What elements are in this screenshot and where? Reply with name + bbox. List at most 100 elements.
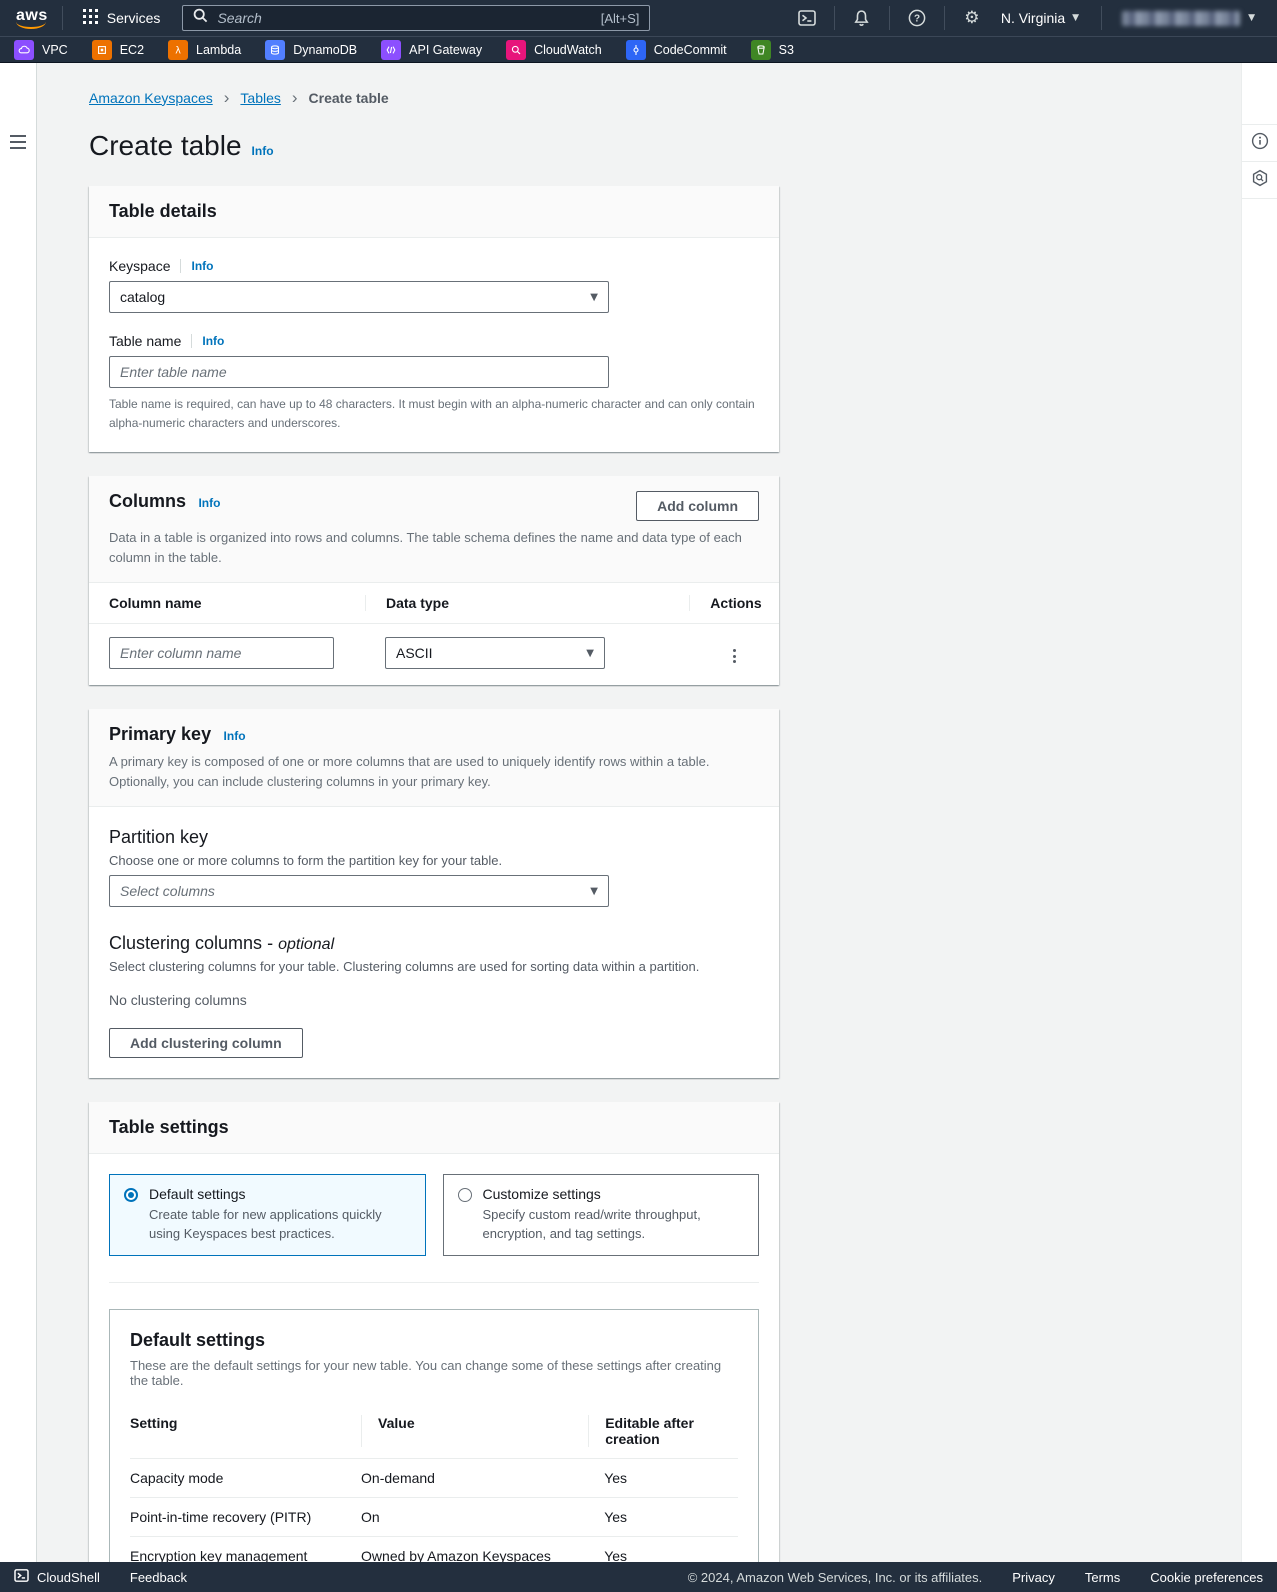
info-circle-icon <box>1251 132 1269 155</box>
page-info-link[interactable]: Info <box>252 144 274 158</box>
account-menu[interactable]: ▼ <box>1112 11 1265 26</box>
page-title: Create table <box>89 130 242 162</box>
favorite-api-gateway[interactable]: API Gateway <box>381 40 482 60</box>
customize-settings-radio-tile[interactable]: Customize settings Specify custom read/w… <box>443 1174 760 1256</box>
footer-cloudshell-button[interactable]: CloudShell <box>14 1569 100 1585</box>
chevron-down-icon: ▼ <box>590 292 598 303</box>
table-row: Point-in-time recovery (PITR) On Yes <box>130 1498 738 1537</box>
resource-explorer-toggle[interactable] <box>1242 162 1277 199</box>
favorite-vpc[interactable]: VPC <box>14 40 68 60</box>
services-menu-button[interactable]: Services <box>73 0 171 36</box>
nav-divider <box>834 6 835 30</box>
table-name-help-text: Table name is required, can have up to 4… <box>109 395 759 432</box>
columns-title: Columns <box>109 491 186 511</box>
favorites-bar: VPC EC2 λ Lambda DynamoDB API Gateway Cl… <box>0 36 1277 63</box>
data-type-header: Data type <box>365 595 689 611</box>
partition-key-select[interactable]: Select columns ▼ <box>109 875 609 907</box>
chevron-down-icon: ▼ <box>586 648 594 659</box>
nav-divider <box>62 6 63 30</box>
cloudshell-icon[interactable] <box>790 0 824 36</box>
nav-divider <box>1101 6 1102 30</box>
column-editor-row: ASCII ▼ <box>89 624 779 685</box>
global-search-input[interactable]: Search [Alt+S] <box>182 5 650 31</box>
add-column-button[interactable]: Add column <box>636 491 759 521</box>
right-side-rail <box>1241 63 1277 1562</box>
default-settings-panel: Default settings These are the default s… <box>109 1309 759 1562</box>
keyspace-select[interactable]: catalog ▼ <box>109 281 609 313</box>
column-name-input[interactable] <box>109 637 334 669</box>
label-divider <box>180 259 181 273</box>
breadcrumb-chevron-icon: › <box>292 89 298 106</box>
table-name-info-link[interactable]: Info <box>202 334 224 348</box>
vpc-icon <box>14 40 34 60</box>
aws-logo[interactable]: aws <box>12 5 52 31</box>
cloudwatch-icon <box>506 40 526 60</box>
chevron-down-icon: ▼ <box>590 886 598 897</box>
codecommit-icon <box>626 40 646 60</box>
breadcrumb-link-tables[interactable]: Tables <box>240 90 280 106</box>
customize-settings-option-description: Specify custom read/write throughput, en… <box>483 1206 745 1244</box>
settings-gear-icon[interactable]: ⚙ <box>955 0 989 36</box>
footer-terms-link[interactable]: Terms <box>1085 1570 1120 1585</box>
search-placeholder: Search <box>217 10 261 26</box>
footer-privacy-link[interactable]: Privacy <box>1012 1570 1055 1585</box>
primary-key-title: Primary key <box>109 724 211 744</box>
favorite-codecommit[interactable]: CodeCommit <box>626 40 727 60</box>
favorite-ec2[interactable]: EC2 <box>92 40 144 60</box>
keyspace-selected-value: catalog <box>120 289 165 305</box>
default-settings-panel-title: Default settings <box>130 1330 738 1351</box>
favorite-cloudwatch[interactable]: CloudWatch <box>506 40 602 60</box>
help-icon[interactable]: ? <box>900 0 934 36</box>
nav-divider <box>944 6 945 30</box>
column-name-header: Column name <box>89 595 365 611</box>
s3-icon <box>751 40 771 60</box>
breadcrumb-link-keyspaces[interactable]: Amazon Keyspaces <box>89 90 213 106</box>
clustering-description: Select clustering columns for your table… <box>109 959 759 974</box>
setting-header: Setting <box>130 1415 361 1447</box>
label-divider <box>191 334 192 348</box>
primary-key-info-link[interactable]: Info <box>224 729 246 743</box>
footer-cookie-preferences-link[interactable]: Cookie preferences <box>1150 1570 1263 1585</box>
section-divider <box>109 1282 759 1283</box>
notifications-bell-icon[interactable] <box>845 0 879 36</box>
table-details-title: Table details <box>109 201 217 221</box>
default-settings-radio-tile[interactable]: Default settings Create table for new ap… <box>109 1174 426 1256</box>
columns-card: Columns Info Add column Data in a table … <box>89 476 779 685</box>
favorite-dynamodb[interactable]: DynamoDB <box>265 40 357 60</box>
favorite-lambda[interactable]: λ Lambda <box>168 40 241 60</box>
data-type-selected-value: ASCII <box>396 645 433 661</box>
row-actions-kebab-icon[interactable] <box>729 645 740 667</box>
table-settings-title: Table settings <box>109 1117 229 1137</box>
partition-key-title: Partition key <box>109 827 759 848</box>
default-settings-panel-description: These are the default settings for your … <box>130 1358 738 1388</box>
keyspace-label: Keyspace <box>109 258 170 274</box>
info-panel-toggle[interactable] <box>1242 125 1277 162</box>
favorite-s3[interactable]: S3 <box>751 40 794 60</box>
primary-key-card: Primary key Info A primary key is compos… <box>89 709 779 1078</box>
search-shortcut-hint: [Alt+S] <box>601 11 640 26</box>
services-grid-icon <box>83 9 98 27</box>
keyspace-info-link[interactable]: Info <box>191 259 213 273</box>
breadcrumb-current: Create table <box>309 90 389 106</box>
open-navigation-menu-icon[interactable] <box>10 135 26 1562</box>
columns-info-link[interactable]: Info <box>198 496 220 510</box>
copyright-text: © 2024, Amazon Web Services, Inc. or its… <box>688 1570 983 1585</box>
table-row: Encryption key management Owned by Amazo… <box>130 1537 738 1562</box>
add-clustering-column-button[interactable]: Add clustering column <box>109 1028 303 1058</box>
editable-header: Editable after creation <box>588 1415 722 1447</box>
no-clustering-columns-text: No clustering columns <box>109 992 759 1008</box>
value-header: Value <box>361 1415 604 1447</box>
breadcrumb-chevron-icon: › <box>224 89 230 106</box>
table-name-input[interactable] <box>109 356 609 388</box>
chevron-down-icon: ▼ <box>1248 13 1255 23</box>
clustering-columns-title: Clustering columns - <box>109 933 273 953</box>
hexagon-search-icon <box>1251 169 1269 192</box>
footer-feedback-button[interactable]: Feedback <box>130 1570 187 1585</box>
default-settings-option-label: Default settings <box>149 1186 411 1202</box>
settings-table-header: Setting Value Editable after creation <box>130 1404 738 1459</box>
data-type-select[interactable]: ASCII ▼ <box>385 637 605 669</box>
table-settings-card: Table settings Default settings Create t… <box>89 1102 779 1562</box>
clustering-optional-label: optional <box>278 936 334 953</box>
actions-header: Actions <box>689 595 779 611</box>
region-selector[interactable]: N. Virginia ▼ <box>989 10 1091 26</box>
